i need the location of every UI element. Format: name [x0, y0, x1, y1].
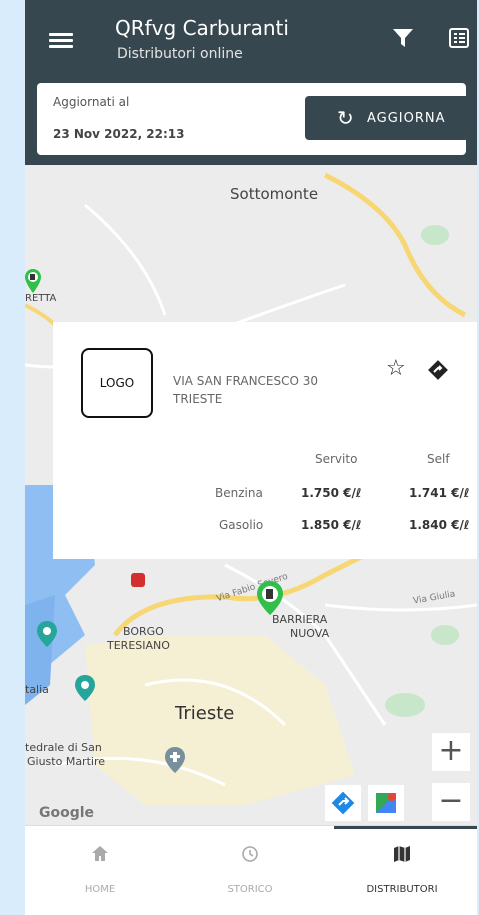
nav-item-storico[interactable]: STORICO [175, 826, 325, 915]
navigate-icon[interactable] [426, 358, 450, 386]
refresh-button-label: AGGIORNA [367, 111, 446, 126]
price-gasolio-servito: 1.850 €/ℓ [301, 518, 362, 532]
column-servito: Servito [315, 452, 358, 466]
app-subtitle: Distributori online [117, 46, 243, 62]
address-line-1: VIA SAN FRANCESCO 30 [173, 374, 319, 388]
zoom-in-button[interactable]: + [432, 733, 470, 771]
list-view-icon[interactable] [448, 27, 470, 53]
directions-button[interactable] [325, 785, 361, 821]
map-label-trieste: Trieste [175, 703, 235, 724]
station-logo: LOGO [81, 348, 153, 418]
nav-label-home: HOME [84, 884, 116, 895]
map-icon [327, 844, 477, 868]
map-label-retta: RETTA [25, 293, 57, 304]
home-icon [25, 844, 175, 868]
update-date: 23 Nov 2022, 22:13 [53, 127, 185, 141]
map-label-italia: talia [25, 683, 49, 696]
zoom-out-button[interactable]: − [432, 783, 470, 821]
directions-icon [331, 791, 355, 815]
price-gasolio-self: 1.840 €/ℓ [409, 518, 470, 532]
app-title: QRfvg Carburanti [115, 16, 289, 40]
filter-icon[interactable] [392, 27, 414, 53]
nav-label-distributori: DISTRIBUTORI [366, 884, 438, 895]
fuel-label-gasolio: Gasolio [219, 518, 264, 532]
nav-label-storico: STORICO [227, 884, 273, 895]
history-icon [175, 844, 325, 868]
update-card: Aggiornati al 23 Nov 2022, 22:13 ↻ AGGIO… [37, 83, 469, 155]
map-label-nuova: NUOVA [290, 627, 330, 640]
price-benzina-self: 1.741 €/ℓ [409, 486, 470, 500]
map-label-sottomonte: Sottomonte [230, 185, 319, 203]
station-info-card[interactable]: LOGO VIA SAN FRANCESCO 30 TRIESTE ☆ Serv… [53, 322, 477, 559]
map-label-cathedral-1: tedrale di San [25, 741, 102, 754]
favorite-star-icon[interactable]: ☆ [386, 356, 406, 381]
price-benzina-servito: 1.750 €/ℓ [301, 486, 362, 500]
nav-item-home[interactable]: HOME [25, 826, 175, 915]
menu-icon[interactable] [49, 30, 73, 50]
fuel-label-benzina: Benzina [215, 486, 263, 500]
refresh-button[interactable]: ↻ AGGIORNA [305, 96, 469, 140]
map-label-borgo: BORGO [123, 625, 164, 638]
nav-item-distributori[interactable]: DISTRIBUTORI [327, 826, 477, 915]
open-maps-button[interactable] [368, 785, 404, 821]
bottom-navigation: HOME STORICO DISTRIBUTORI [25, 825, 477, 915]
address-line-2: TRIESTE [173, 392, 223, 406]
column-self: Self [427, 452, 450, 466]
update-label: Aggiornati al [53, 95, 130, 109]
poi-marker-icon[interactable] [131, 573, 145, 587]
refresh-icon: ↻ [337, 106, 354, 130]
google-logo: Google [39, 805, 95, 821]
app-screen: QRfvg Carburanti Distributori online Agg… [25, 0, 477, 915]
app-bar: QRfvg Carburanti Distributori online Agg… [25, 0, 477, 165]
map-label-teresiano: TERESIANO [107, 639, 170, 652]
map-label-cathedral-2: Giusto Martire [27, 755, 105, 768]
station-address: VIA SAN FRANCESCO 30 TRIESTE [173, 372, 318, 408]
google-maps-icon [376, 793, 396, 813]
